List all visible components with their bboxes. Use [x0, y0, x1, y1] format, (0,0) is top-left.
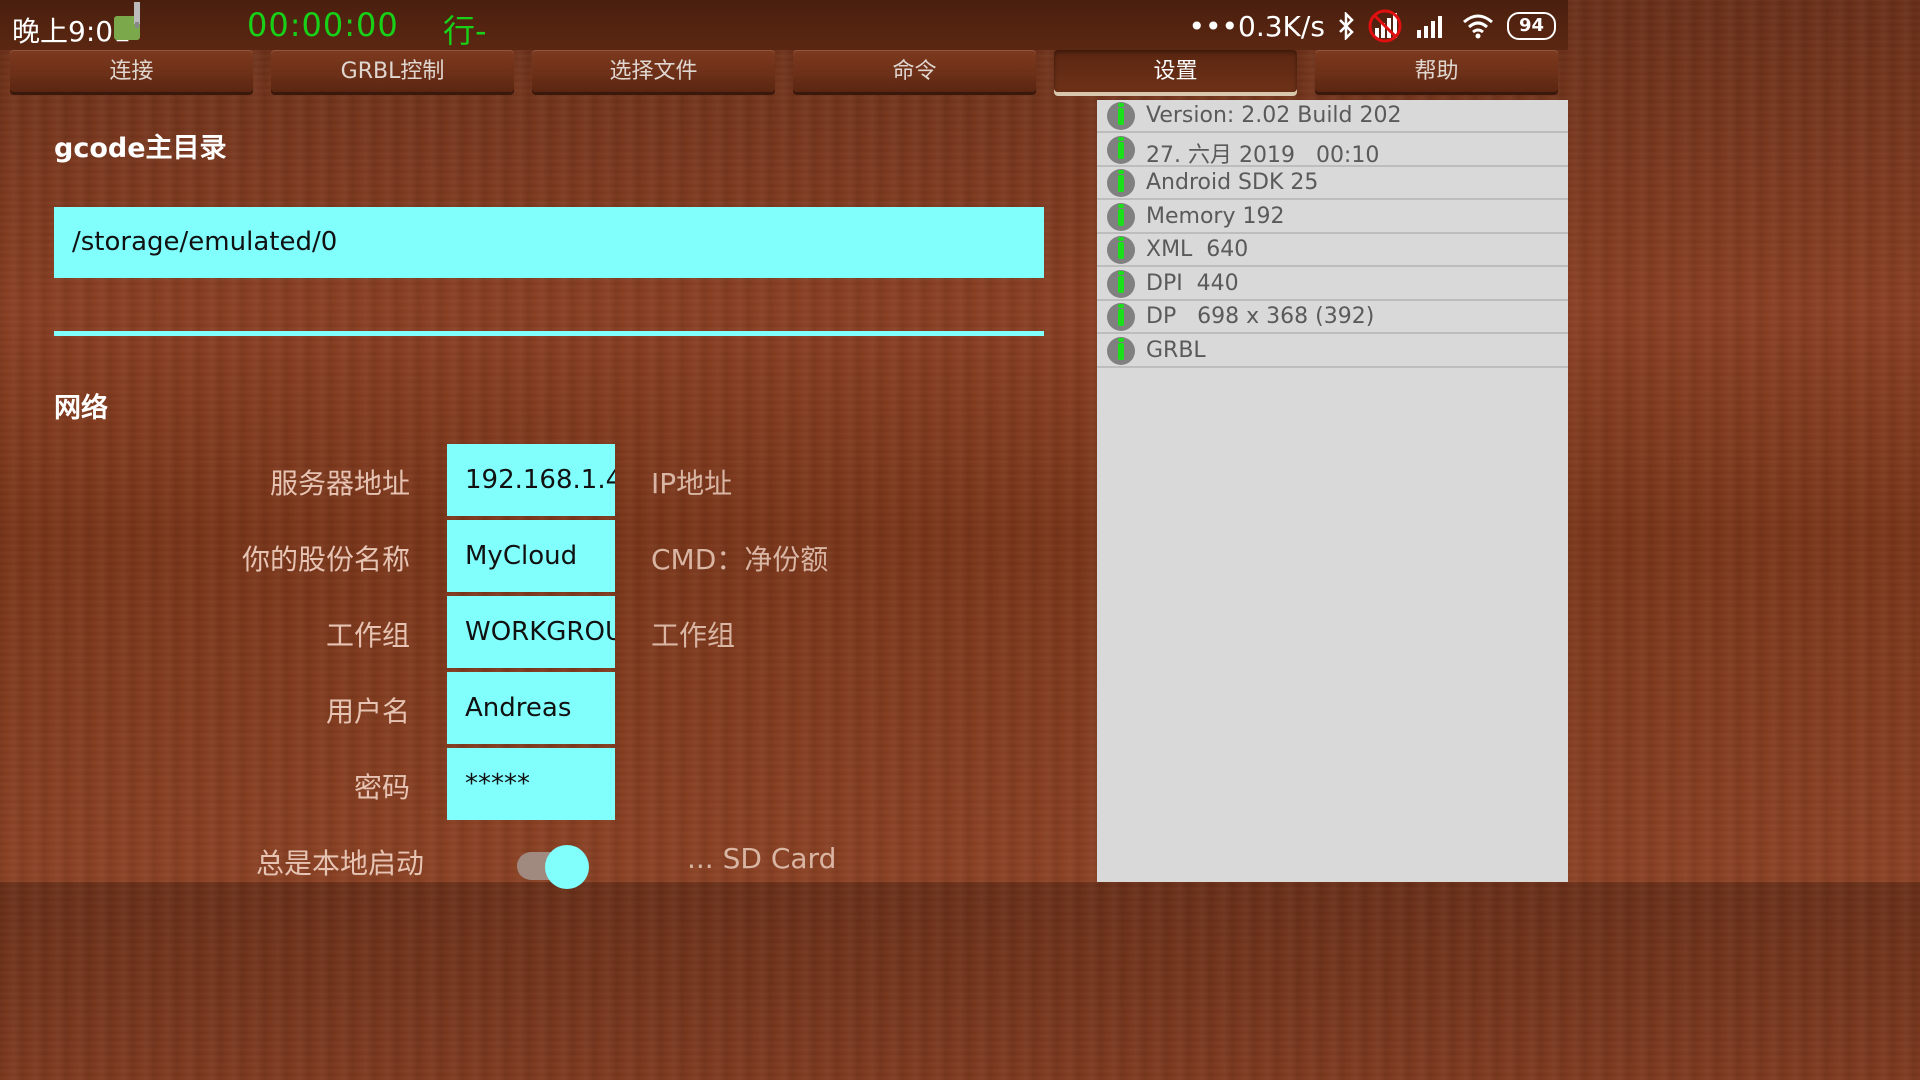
signal-disabled-icon — [1367, 8, 1403, 44]
password-label: 密码 — [353, 771, 410, 804]
tab-bar: 连接 GRBL控制 选择文件 命令 设置 帮助 — [0, 50, 1568, 100]
info-icon — [1107, 203, 1135, 231]
info-icon — [1107, 169, 1135, 197]
username-input[interactable]: Andreas — [447, 672, 615, 744]
server-address-hint: IP地址 — [651, 467, 733, 500]
status-icons: •••0.3K/s 94 — [1188, 8, 1556, 44]
tab-grbl-control[interactable]: GRBL控制 — [271, 50, 514, 92]
always-local-toggle-thumb[interactable] — [545, 845, 589, 889]
info-row-sdk: Android SDK 25 — [1097, 167, 1568, 200]
workgroup-input[interactable]: WORKGROUP — [447, 596, 615, 668]
tab-command[interactable]: 命令 — [793, 50, 1036, 92]
info-icon — [1107, 236, 1135, 264]
info-text: XML 640 — [1146, 237, 1249, 262]
info-row-grbl: GRBL — [1097, 335, 1568, 368]
info-row-memory: Memory 192 — [1097, 201, 1568, 234]
server-address-input[interactable]: 192.168.1.4 — [447, 444, 615, 516]
info-text: Android SDK 25 — [1146, 170, 1319, 195]
info-text: 27. 六月 2019 00:10 — [1146, 143, 1380, 168]
timer: 00:00:00 — [247, 6, 399, 44]
info-text: DP 698 x 368 (392) — [1146, 304, 1375, 329]
status-bar: 晚上9:01 00:00:00 行- •••0.3K/s 94 — [0, 0, 1568, 50]
info-row-dpi: DPI 440 — [1097, 268, 1568, 301]
server-address-label: 服务器地址 — [269, 467, 410, 500]
gcode-path-input[interactable]: /storage/emulated/0 — [54, 207, 1044, 278]
info-icon — [1107, 136, 1135, 164]
bluetooth-icon — [1337, 12, 1355, 40]
info-row-dp: DP 698 x 368 (392) — [1097, 301, 1568, 334]
info-icon — [1107, 270, 1135, 298]
password-input[interactable]: ***** — [447, 748, 615, 820]
info-text: Version: 2.02 Build 202 — [1146, 103, 1402, 128]
workgroup-hint: 工作组 — [651, 619, 736, 652]
tab-connect[interactable]: 连接 — [10, 50, 253, 92]
gcode-dir-title: gcode主目录 — [54, 133, 227, 164]
network-title: 网络 — [54, 393, 108, 424]
workgroup-label: 工作组 — [325, 619, 410, 652]
info-row-version: Version: 2.02 Build 202 — [1097, 100, 1568, 133]
info-panel: Version: 2.02 Build 202 27. 六月 2019 00:1… — [1097, 100, 1568, 882]
info-text: DPI 440 — [1146, 271, 1239, 296]
info-row-date: 27. 六月 2019 00:10 — [1097, 134, 1568, 168]
tab-settings[interactable]: 设置 — [1054, 50, 1297, 92]
share-name-label: 你的股份名称 — [241, 543, 410, 576]
network-speed: •••0.3K/s — [1188, 9, 1325, 43]
app-logo-icon — [108, 2, 148, 42]
sd-card-hint: ... SD Card — [687, 842, 837, 875]
info-row-xml: XML 640 — [1097, 234, 1568, 267]
wifi-icon — [1461, 12, 1495, 40]
info-icon — [1107, 303, 1135, 331]
info-icon — [1107, 337, 1135, 365]
info-text: GRBL — [1146, 338, 1206, 363]
signal-icon — [1415, 12, 1449, 40]
info-icon — [1107, 102, 1135, 130]
always-local-label: 总是本地启动 — [255, 847, 424, 880]
tab-select-file[interactable]: 选择文件 — [532, 50, 775, 92]
battery-icon: 94 — [1506, 12, 1556, 40]
tab-help[interactable]: 帮助 — [1315, 50, 1558, 92]
share-name-input[interactable]: MyCloud — [447, 520, 615, 592]
info-text: Memory 192 — [1146, 204, 1285, 229]
section-divider — [54, 331, 1044, 336]
share-name-hint: CMD：净份额 — [651, 543, 829, 576]
line-indicator: 行- — [443, 12, 487, 50]
username-label: 用户名 — [325, 695, 410, 728]
